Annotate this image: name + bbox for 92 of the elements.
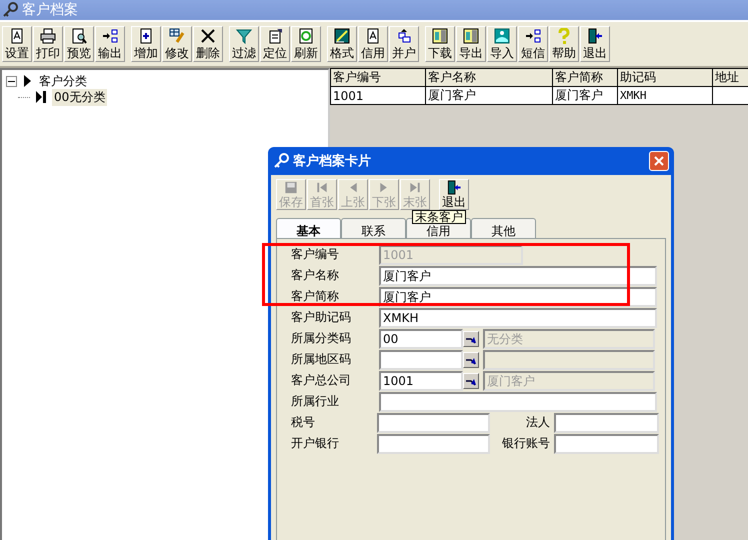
- field-label: 银行账号: [500, 435, 550, 452]
- dialog-title: 客户档案卡片: [293, 152, 372, 170]
- toolbar-button[interactable]: 信用: [358, 26, 388, 62]
- column-header[interactable]: 客户名称: [426, 68, 552, 86]
- tab[interactable]: 其他: [471, 218, 536, 238]
- triangle-icon: [23, 75, 31, 87]
- field-label: 税号: [290, 414, 316, 431]
- name-field: 无分类: [483, 328, 655, 348]
- toolbar-button[interactable]: 删除: [193, 26, 223, 62]
- save-icon: [283, 180, 299, 195]
- toolbar-button[interactable]: 定位: [260, 26, 290, 62]
- input-field[interactable]: [376, 434, 490, 454]
- column-header[interactable]: 客户编号: [330, 68, 426, 86]
- picture-icon: [494, 28, 510, 44]
- field-label: 客户名称: [290, 267, 340, 284]
- toolbar-button[interactable]: 输出: [95, 26, 125, 62]
- column-header[interactable]: 地址: [712, 68, 748, 86]
- close-icon: [654, 156, 664, 166]
- field-label: 客户编号: [290, 246, 340, 263]
- output-icon: [102, 28, 118, 44]
- field-label: 所属行业: [290, 393, 340, 410]
- input-field[interactable]: 厦门客户: [379, 266, 657, 286]
- column-header[interactable]: 客户简称: [552, 68, 618, 86]
- page-icon: [9, 28, 25, 44]
- table-cell: XMKH: [618, 86, 712, 104]
- input-field[interactable]: [379, 392, 657, 412]
- edit-icon: [169, 28, 185, 44]
- table-cell: 厦门客户: [552, 86, 618, 104]
- toolbar-button[interactable]: 并户: [389, 26, 419, 62]
- input-field[interactable]: [554, 434, 659, 454]
- name-field: 厦门客户: [483, 370, 655, 390]
- format-icon: [334, 28, 350, 44]
- toolbar-button[interactable]: 预览: [64, 26, 94, 62]
- preview-icon: [71, 28, 87, 44]
- toolbar-button[interactable]: 退出: [580, 26, 610, 62]
- book-icon: [463, 28, 479, 44]
- merge-icon: [396, 28, 412, 44]
- toolbar-button[interactable]: 帮助: [549, 26, 579, 62]
- column-header[interactable]: 助记码: [618, 68, 712, 86]
- exit-icon: [446, 180, 462, 195]
- delete-icon: [200, 28, 216, 44]
- locate-icon: [267, 28, 283, 44]
- toolbar-button[interactable]: 修改: [162, 26, 192, 62]
- toolbar-button[interactable]: 过滤: [229, 26, 259, 62]
- output-icon: [525, 28, 541, 44]
- table-cell: 1001: [330, 86, 426, 104]
- tree-item[interactable]: 客户分类: [37, 72, 89, 90]
- field-label: 客户总公司: [290, 372, 352, 389]
- toolbar-button[interactable]: 格式: [327, 26, 357, 62]
- field-label: 所属分类码: [290, 330, 352, 347]
- printer-icon: [40, 28, 56, 44]
- input-field[interactable]: XMKH: [379, 308, 657, 328]
- field-label: 所属地区码: [290, 351, 352, 368]
- toolbar-button[interactable]: 打印: [33, 26, 63, 62]
- field-label: 客户简称: [290, 288, 340, 305]
- add-page-icon: [138, 28, 154, 44]
- lookup-button[interactable]: [463, 330, 479, 346]
- toolbar-button[interactable]: 短信: [518, 26, 548, 62]
- lookup-button[interactable]: [463, 352, 479, 368]
- filter-icon: [236, 28, 252, 44]
- toolbar-button[interactable]: 刷新: [291, 26, 321, 62]
- close-button[interactable]: [649, 151, 669, 171]
- key-icon: [2, 2, 18, 18]
- toolbar-button[interactable]: 退出: [439, 179, 469, 210]
- input-field[interactable]: [376, 412, 490, 432]
- tab[interactable]: 联系: [341, 218, 406, 238]
- field-label: 开户银行: [290, 435, 340, 452]
- tree-item[interactable]: 00无分类: [52, 88, 108, 106]
- toolbar-button[interactable]: 设置: [2, 26, 32, 62]
- table-cell: 厦门客户: [426, 86, 552, 104]
- toolbar-button[interactable]: 导入: [487, 26, 517, 62]
- lookup-button[interactable]: [463, 372, 479, 388]
- tooltip: 末条客户: [412, 210, 466, 224]
- window-title: 客户档案: [22, 1, 78, 19]
- tab[interactable]: 基本: [276, 218, 341, 238]
- refresh-icon: [298, 28, 314, 44]
- collapse-icon[interactable]: [6, 76, 17, 86]
- exit-icon: [587, 28, 603, 44]
- toolbar-button[interactable]: 导出: [456, 26, 486, 62]
- input-field[interactable]: [379, 350, 463, 370]
- field-label: 客户助记码: [290, 309, 352, 326]
- book-icon: [432, 28, 448, 44]
- help-icon: [556, 28, 572, 44]
- input-field[interactable]: [554, 412, 659, 432]
- step-icon: [36, 91, 46, 103]
- key-icon: [273, 153, 289, 169]
- input-field[interactable]: 00: [379, 328, 463, 348]
- input-field[interactable]: 1001: [379, 370, 463, 390]
- field-label: 法人: [524, 414, 550, 431]
- page-icon: [365, 28, 381, 44]
- toolbar-button[interactable]: 增加: [131, 26, 161, 62]
- toolbar-button[interactable]: 下载: [425, 26, 455, 62]
